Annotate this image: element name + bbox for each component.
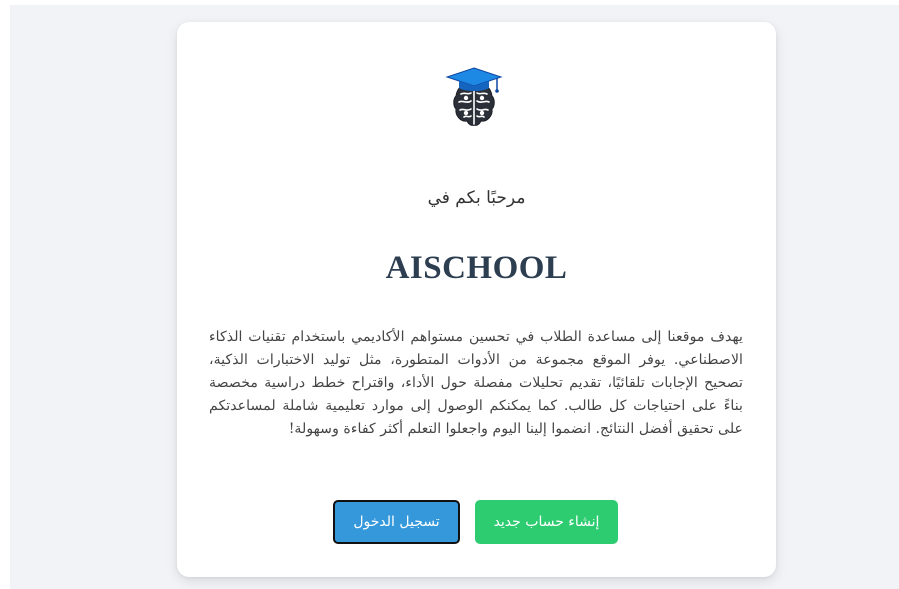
graduation-cap-icon <box>445 67 503 93</box>
welcome-card: مرحبًا بكم في AISCHOOL يهدف موقعنا إلى م… <box>177 22 776 577</box>
site-description: يهدف موقعنا إلى مساعدة الطلاب في تحسين م… <box>209 329 743 437</box>
welcome-text: مرحبًا بكم في <box>427 188 526 208</box>
brain-graduation-cap-logo <box>445 62 503 134</box>
register-button[interactable]: إنشاء حساب جديد <box>475 500 618 544</box>
login-button[interactable]: تسجيل الدخول <box>333 500 460 544</box>
site-title: AISCHOOL <box>385 250 568 286</box>
